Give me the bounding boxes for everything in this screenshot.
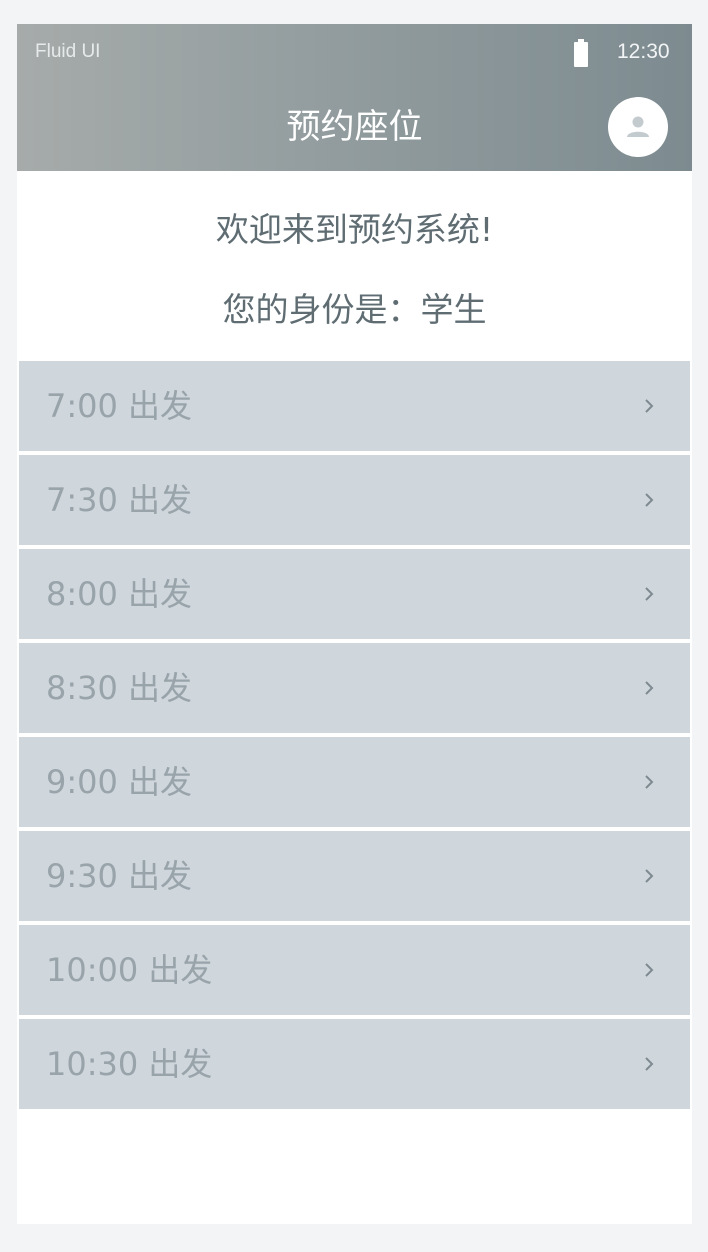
chevron-right-icon	[645, 399, 654, 413]
chevron-right-icon	[645, 1057, 654, 1071]
status-time: 12:30	[617, 40, 670, 63]
app-bar: Fluid UI 12:30 预约座位	[17, 24, 692, 171]
avatar-button[interactable]	[608, 97, 668, 157]
chevron-right-icon	[645, 681, 654, 695]
welcome-message: 欢迎来到预约系统!	[215, 210, 494, 249]
departure-item[interactable]: 9:30 出发	[19, 831, 690, 921]
person-icon	[627, 116, 649, 137]
chevron-right-icon	[645, 493, 654, 507]
departure-label: 10:00 出发	[46, 951, 213, 989]
battery-icon	[574, 39, 588, 67]
departure-item[interactable]: 8:30 出发	[19, 643, 690, 733]
departure-label: 9:30 出发	[46, 857, 193, 895]
departure-label: 7:30 出发	[46, 481, 193, 519]
departure-label: 8:30 出发	[46, 669, 193, 707]
status-carrier: Fluid UI	[35, 41, 101, 62]
departure-item[interactable]: 7:00 出发	[19, 361, 690, 451]
departure-item[interactable]: 9:00 出发	[19, 737, 690, 827]
departure-item[interactable]: 10:00 出发	[19, 925, 690, 1015]
departure-label: 10:30 出发	[46, 1045, 213, 1083]
departure-label: 7:00 出发	[46, 387, 193, 425]
chevron-right-icon	[645, 587, 654, 601]
departure-label: 8:00 出发	[46, 575, 193, 613]
chevron-right-icon	[645, 775, 654, 789]
departure-list: 7:00 出发 7:30 出发 8:00 出发 8:30 出发 9:00 出发 …	[19, 361, 690, 1113]
chevron-right-icon	[645, 869, 654, 883]
identity-text: 您的身份是：学生	[222, 290, 487, 329]
departure-item[interactable]: 8:00 出发	[19, 549, 690, 639]
page-title: 预约座位	[286, 107, 423, 147]
departure-label: 9:00 出发	[46, 763, 193, 801]
departure-item[interactable]: 10:30 出发	[19, 1019, 690, 1109]
chevron-right-icon	[645, 963, 654, 977]
departure-item[interactable]: 7:30 出发	[19, 455, 690, 545]
phone-screen: Fluid UI 12:30 预约座位 欢迎来到预约系统! 您的身份是：学生 7…	[17, 24, 692, 1224]
